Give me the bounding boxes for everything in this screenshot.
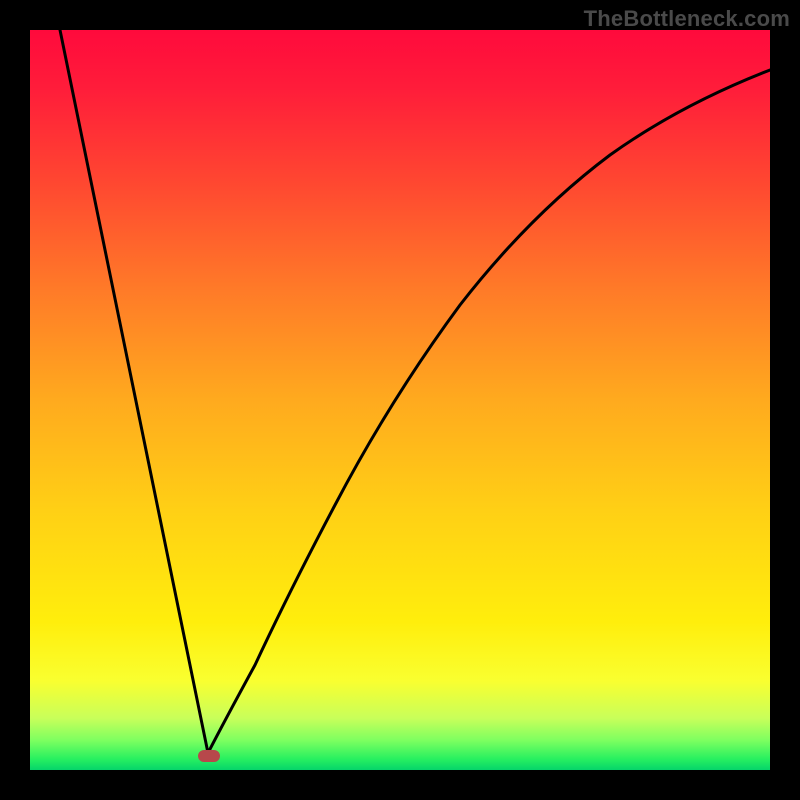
bottleneck-curve <box>30 30 770 770</box>
plot-area <box>30 30 770 770</box>
curve-path <box>60 30 770 753</box>
chart-frame: TheBottleneck.com <box>0 0 800 800</box>
minimum-marker <box>198 750 220 762</box>
watermark-text: TheBottleneck.com <box>584 6 790 32</box>
